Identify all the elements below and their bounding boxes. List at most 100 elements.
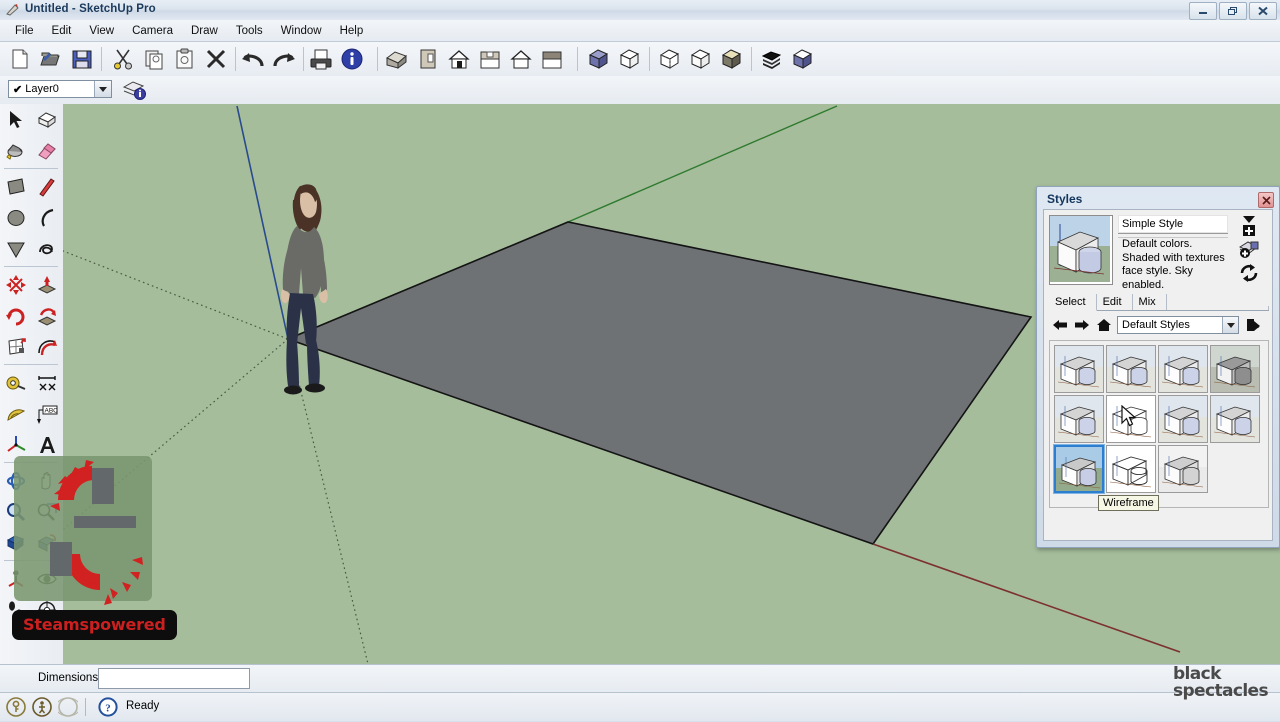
arc-tool[interactable] <box>31 202 62 233</box>
style-thumbnail-image <box>1107 446 1155 492</box>
top-view-button[interactable] <box>412 44 443 74</box>
forward-arrow-icon[interactable] <box>1071 315 1093 335</box>
rotate-tool[interactable] <box>0 300 31 331</box>
style-thumb-1[interactable] <box>1054 345 1104 393</box>
styles-header: Simple Style Default colors. Shaded with… <box>1049 215 1269 291</box>
right-view-button[interactable] <box>474 44 505 74</box>
section-style-button[interactable] <box>787 44 818 74</box>
move-tool[interactable] <box>0 269 31 300</box>
style-thumb-8[interactable] <box>1210 395 1260 443</box>
paste-button[interactable] <box>169 44 200 74</box>
toolbar-group-views <box>381 44 582 74</box>
tape-measure-tool[interactable] <box>0 367 31 398</box>
layer-select[interactable]: ✔ Layer0 <box>8 80 112 98</box>
tab-mix[interactable]: Mix <box>1133 294 1167 310</box>
cut-button[interactable] <box>107 44 138 74</box>
menu-item-tools[interactable]: Tools <box>227 23 272 39</box>
menu-item-edit[interactable]: Edit <box>43 23 81 39</box>
wireframe-style-button[interactable] <box>614 44 645 74</box>
shaded-style-button[interactable] <box>685 44 716 74</box>
menu-item-help[interactable]: Help <box>331 23 373 39</box>
new-style-icon[interactable] <box>1239 215 1259 236</box>
freehand-tool[interactable] <box>31 233 62 264</box>
new-document-button[interactable] <box>4 44 35 74</box>
style-name-field[interactable]: Simple Style <box>1118 215 1228 234</box>
iso-view-button[interactable] <box>381 44 412 74</box>
circle-tool[interactable] <box>0 202 31 233</box>
dimensions-input[interactable] <box>98 668 250 689</box>
eraser-tool[interactable] <box>31 135 62 166</box>
layer-bar: ✔ Layer0 <box>0 76 1280 105</box>
refresh-icon[interactable] <box>1239 263 1259 283</box>
hidden-line-style-button[interactable] <box>654 44 685 74</box>
style-thumb-2[interactable] <box>1106 345 1156 393</box>
menu-item-file[interactable]: File <box>6 23 43 39</box>
pushpull-tool[interactable] <box>31 269 62 300</box>
styles-thumbnail-grid[interactable] <box>1049 340 1269 508</box>
erase-button[interactable] <box>200 44 231 74</box>
minimize-button[interactable] <box>1189 2 1217 20</box>
dimension-tool[interactable] <box>31 367 62 398</box>
watermark-line-2: spectacles <box>1172 681 1269 701</box>
globe-hint-icon[interactable] <box>55 697 81 717</box>
tab-edit[interactable]: Edit <box>1097 294 1133 310</box>
close-button[interactable] <box>1249 2 1277 20</box>
toolbar-group-output <box>305 44 382 74</box>
rectangle-tool[interactable] <box>0 171 31 202</box>
details-flyout-icon[interactable] <box>1242 315 1264 335</box>
front-view-button[interactable] <box>443 44 474 74</box>
chevron-down-icon[interactable] <box>1222 317 1238 333</box>
style-thumb-5[interactable] <box>1054 395 1104 443</box>
style-thumb-10[interactable] <box>1106 445 1156 493</box>
question-circle-icon[interactable]: ? <box>98 697 118 717</box>
styles-panel-close-icon[interactable] <box>1258 192 1274 208</box>
restore-button[interactable] <box>1219 2 1247 20</box>
text-tool[interactable]: ABC <box>31 398 62 429</box>
print-button[interactable] <box>305 44 336 74</box>
status-message: Ready <box>126 700 160 712</box>
paint-bucket-tool[interactable] <box>0 135 31 166</box>
undo-button[interactable] <box>237 44 268 74</box>
polygon-tool[interactable] <box>0 233 31 264</box>
menu-item-view[interactable]: View <box>80 23 123 39</box>
select-tool[interactable] <box>0 104 31 135</box>
menu-item-window[interactable]: Window <box>272 23 331 39</box>
back-arrow-icon[interactable] <box>1049 315 1071 335</box>
style-thumbnail-image <box>1211 396 1259 442</box>
line-tool[interactable] <box>31 171 62 202</box>
style-thumb-9[interactable] <box>1054 445 1104 493</box>
update-style-icon[interactable] <box>1238 239 1259 259</box>
monochrome-style-button[interactable] <box>756 44 787 74</box>
styles-panel[interactable]: Styles Simple Style Default colors. Shad… <box>1036 186 1280 548</box>
style-thumb-4[interactable] <box>1210 345 1260 393</box>
style-thumb-3[interactable] <box>1158 345 1208 393</box>
xray-style-button[interactable] <box>583 44 614 74</box>
styles-collection-select[interactable]: Default Styles <box>1117 316 1239 334</box>
protractor-tool[interactable] <box>0 398 31 429</box>
menu-item-camera[interactable]: Camera <box>123 23 182 39</box>
redo-button[interactable] <box>268 44 299 74</box>
style-thumb-11[interactable] <box>1158 445 1208 493</box>
open-document-button[interactable] <box>35 44 66 74</box>
tab-select[interactable]: Select <box>1049 294 1097 311</box>
make-component-tool[interactable] <box>31 104 62 135</box>
menu-item-draw[interactable]: Draw <box>182 23 227 39</box>
style-description: Default colors. Shaded with textures fac… <box>1118 237 1228 291</box>
style-thumbnail-image <box>1211 346 1259 392</box>
home-icon[interactable] <box>1093 315 1115 335</box>
toolbar-group-file <box>4 44 106 74</box>
style-thumb-7[interactable] <box>1158 395 1208 443</box>
texture-style-button[interactable] <box>716 44 747 74</box>
model-info-button[interactable] <box>336 44 367 74</box>
person-hint-icon[interactable] <box>32 697 52 717</box>
left-view-button[interactable] <box>536 44 567 74</box>
offset-tool[interactable] <box>31 331 62 362</box>
key-hint-icon[interactable] <box>6 697 26 717</box>
scale-tool[interactable] <box>0 331 31 362</box>
layers-info-icon[interactable] <box>122 79 148 106</box>
save-button[interactable] <box>66 44 97 74</box>
copy-button[interactable] <box>138 44 169 74</box>
chevron-down-icon[interactable] <box>94 81 111 97</box>
followme-tool[interactable] <box>31 300 62 331</box>
back-view-button[interactable] <box>505 44 536 74</box>
